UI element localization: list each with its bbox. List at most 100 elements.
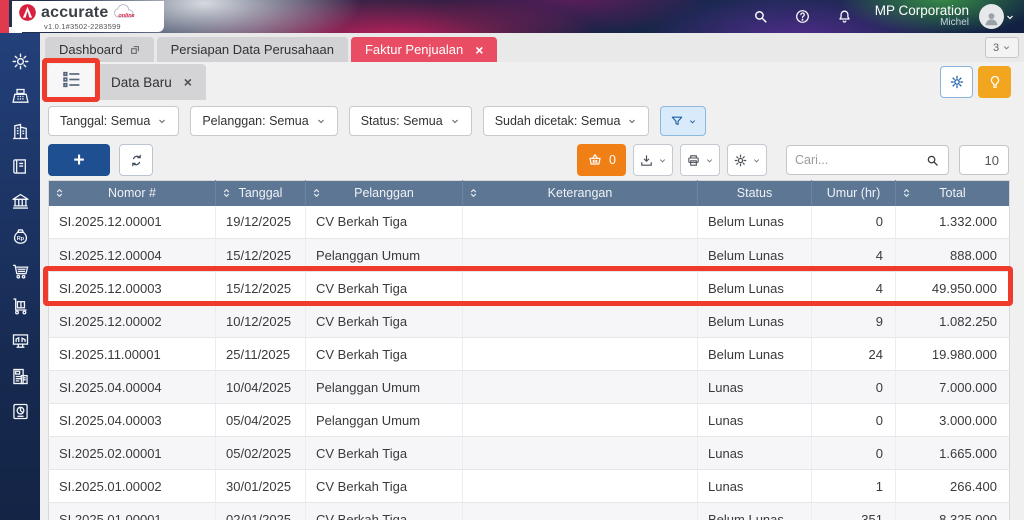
cell-status: Belum Lunas — [698, 305, 812, 338]
table-row[interactable]: SI.2025.01.0000230/01/2025CV Berkah Tiga… — [49, 470, 1010, 503]
cell-nomor: SI.2025.04.00004 — [49, 371, 216, 404]
cell-pelanggan: Pelanggan Umum — [306, 371, 463, 404]
table-settings-button[interactable] — [727, 144, 767, 176]
table-row[interactable]: SI.2025.12.0000210/12/2025CV Berkah Tiga… — [49, 305, 1010, 338]
settings-button[interactable] — [940, 66, 973, 98]
cell-total: 1.665.000 — [896, 437, 1010, 470]
sidebar-item-sales-cart[interactable] — [0, 254, 40, 289]
tab-persiapan-data-perusahaan[interactable]: Persiapan Data Perusahaan — [157, 37, 348, 62]
column-header-status[interactable]: Status — [698, 181, 812, 206]
download-button[interactable] — [633, 144, 673, 176]
sidebar-item-bank[interactable] — [0, 184, 40, 219]
subtab-menu-button[interactable] — [48, 64, 94, 100]
add-invoice-button[interactable]: + — [48, 144, 110, 176]
column-header-umur-hr[interactable]: Umur (hr) — [812, 181, 896, 206]
cash-register-icon — [10, 86, 31, 107]
ledger-book-icon — [10, 156, 31, 177]
company-icon — [10, 121, 31, 142]
table-row[interactable]: SI.2025.12.0000415/12/2025Pelanggan Umum… — [49, 239, 1010, 272]
filter-sudah-dicetak[interactable]: Sudah dicetak: Semua — [483, 106, 650, 136]
column-header-nomor[interactable]: Nomor # — [49, 181, 216, 206]
filter-funnel-button[interactable] — [660, 106, 706, 136]
column-header-total[interactable]: Total — [896, 181, 1010, 206]
accurate-logo[interactable]: accurate online v1.0.1#3502-2283599 — [12, 1, 164, 32]
account-info[interactable]: MP Corporation Michel — [875, 4, 969, 29]
table-row[interactable]: SI.2025.11.0000125/11/2025CV Berkah Tiga… — [49, 338, 1010, 371]
cell-tanggal: 02/01/2025 — [216, 503, 306, 520]
tab-dashboard[interactable]: Dashboard — [45, 37, 154, 62]
table-row[interactable]: SI.2025.01.0000102/01/2025CV Berkah Tiga… — [49, 503, 1010, 520]
svg-text:Rp: Rp — [16, 236, 24, 242]
close-icon[interactable]: × — [184, 74, 192, 90]
chevron-down-icon — [157, 116, 167, 126]
sidebar-item-purchase-trolley[interactable] — [0, 289, 40, 324]
column-header-tanggal[interactable]: Tanggal — [216, 181, 306, 206]
accurate-logo-icon — [18, 3, 37, 22]
search-icon[interactable] — [752, 8, 769, 25]
basket-button[interactable]: 0 — [577, 144, 626, 176]
search-input[interactable] — [795, 153, 925, 167]
cell-pelanggan: CV Berkah Tiga — [306, 503, 463, 520]
sidebar-item-ledger-book[interactable] — [0, 149, 40, 184]
tab-overflow-button[interactable]: 3 — [985, 37, 1019, 58]
sidebar-nav: Rp — [0, 33, 40, 520]
cell-keterangan — [463, 404, 698, 437]
tab-faktur-penjualan[interactable]: Faktur Penjualan × — [351, 37, 497, 62]
filter-tanggal[interactable]: Tanggal: Semua — [48, 106, 179, 136]
sort-icon — [311, 188, 322, 199]
subtab-label: Data Baru — [111, 75, 172, 90]
column-label: Umur (hr) — [827, 186, 880, 200]
column-header-pelanggan[interactable]: Pelanggan — [306, 181, 463, 206]
cell-status: Belum Lunas — [698, 206, 812, 239]
filter-pelanggan[interactable]: Pelanggan: Semua — [190, 106, 337, 136]
refresh-button[interactable] — [119, 144, 153, 176]
tab-label: Faktur Penjualan — [365, 42, 463, 57]
table-row-highlighted[interactable]: SI.2025.12.0000315/12/2025CV Berkah Tiga… — [49, 272, 1010, 305]
column-header-keterangan[interactable]: Keterangan — [463, 181, 698, 206]
avatar[interactable] — [979, 4, 1004, 29]
notifications-bell-icon[interactable] — [836, 8, 853, 25]
table-row[interactable]: SI.2025.12.0000119/12/2025CV Berkah Tiga… — [49, 206, 1010, 239]
sidebar-item-money-bag[interactable]: Rp — [0, 219, 40, 254]
cell-status: Belum Lunas — [698, 503, 812, 520]
help-icon[interactable] — [794, 8, 811, 25]
print-button[interactable] — [680, 144, 720, 176]
close-icon[interactable]: × — [475, 43, 483, 57]
page-size-box[interactable]: 10 — [959, 145, 1009, 175]
filter-status[interactable]: Status: Semua — [349, 106, 472, 136]
cell-umur-hr: 0 — [812, 437, 896, 470]
chevron-down-icon — [450, 116, 460, 126]
table-row[interactable]: SI.2025.02.0000105/02/2025CV Berkah Tiga… — [49, 437, 1010, 470]
sidebar-item-fixed-asset[interactable] — [0, 324, 40, 359]
cell-total: 3.000.000 — [896, 404, 1010, 437]
subtab-data-baru[interactable]: Data Baru × — [97, 64, 206, 100]
sidebar-item-tax-document[interactable] — [0, 359, 40, 394]
column-label: Total — [939, 186, 965, 200]
cell-umur-hr: 351 — [812, 503, 896, 520]
sidebar-item-report-document[interactable] — [0, 394, 40, 429]
chevron-down-icon[interactable] — [1004, 11, 1016, 23]
cell-total: 49.950.000 — [896, 272, 1010, 305]
sidebar-item-gear[interactable] — [0, 44, 40, 79]
sidebar-item-company[interactable] — [0, 114, 40, 149]
cell-keterangan — [463, 371, 698, 404]
cell-tanggal: 10/12/2025 — [216, 305, 306, 338]
sort-icon — [54, 188, 65, 199]
search-box — [786, 145, 949, 175]
cell-pelanggan: CV Berkah Tiga — [306, 338, 463, 371]
cell-nomor: SI.2025.01.00001 — [49, 503, 216, 520]
bank-icon — [10, 191, 31, 212]
table-header-row: Nomor #TanggalPelangganKeteranganStatus U… — [49, 181, 1010, 206]
filter-bar: Tanggal: Semua Pelanggan: Semua Status: Se… — [48, 106, 706, 136]
cell-umur-hr: 4 — [812, 239, 896, 272]
browser-tab-bar: DashboardPersiapan Data PerusahaanFaktur… — [40, 33, 1024, 62]
brand-name: accurate — [41, 4, 108, 22]
table-row[interactable]: SI.2025.04.0000305/04/2025Pelanggan Umum… — [49, 404, 1010, 437]
cell-umur-hr: 24 — [812, 338, 896, 371]
tips-lightbulb-button[interactable] — [978, 66, 1011, 98]
tab-overflow-count: 3 — [993, 42, 999, 54]
gear-icon — [10, 51, 31, 72]
sidebar-item-cash-register[interactable] — [0, 79, 40, 114]
chevron-down-icon — [627, 116, 637, 126]
table-row[interactable]: SI.2025.04.0000410/04/2025Pelanggan Umum… — [49, 371, 1010, 404]
